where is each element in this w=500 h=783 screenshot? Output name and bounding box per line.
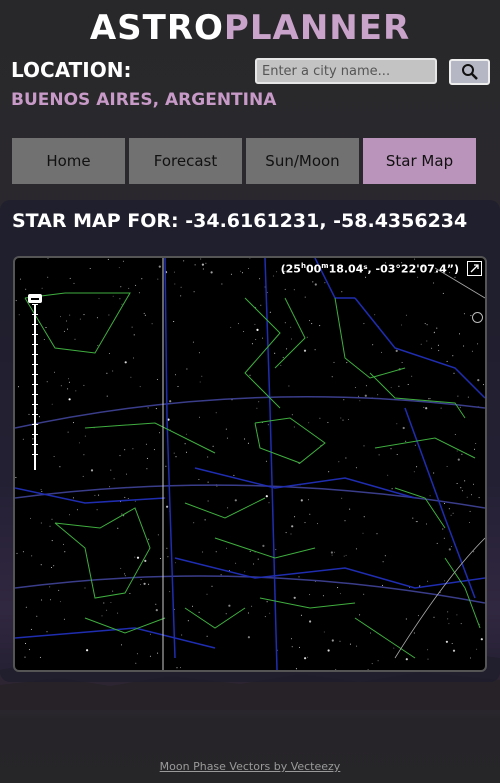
constellation-boundaries (15, 258, 485, 670)
tab-star-map[interactable]: Star Map (363, 138, 476, 184)
compass-icon[interactable] (472, 312, 483, 323)
location-label: LOCATION: (11, 58, 132, 82)
ecliptic-line (394, 537, 485, 659)
zoom-slider[interactable] (32, 304, 38, 470)
zoom-out-button[interactable] (28, 294, 42, 303)
coordinate-readout: (25h00m18.04ˢ, -03°22'07.4”) (280, 262, 459, 276)
tab-sun-moon[interactable]: Sun/Moon (246, 138, 359, 184)
tab-home[interactable]: Home (12, 138, 125, 184)
star-map-title: STAR MAP FOR: -34.6161231, -58.4356234 (12, 210, 468, 232)
sky-canvas (15, 258, 485, 670)
app-title-part1: ASTRO (89, 8, 224, 48)
footer-credit-link[interactable]: Moon Phase Vectors by Vecteezy (0, 760, 500, 773)
search-button[interactable] (449, 59, 490, 85)
stars-layer (15, 258, 484, 670)
star-map-viewer[interactable]: (25h00m18.04ˢ, -03°22'07.4”) (13, 256, 487, 672)
fullscreen-icon[interactable] (467, 261, 482, 276)
nav-tabs: Home Forecast Sun/Moon Star Map (12, 138, 476, 184)
app-title: ASTROPLANNER (0, 8, 500, 48)
constellation-lines (24, 292, 481, 659)
app-title-part2: PLANNER (223, 8, 411, 48)
search-icon (461, 64, 478, 80)
location-value: BUENOS AIRES, ARGENTINA (11, 90, 277, 110)
tab-forecast[interactable]: Forecast (129, 138, 242, 184)
city-search-input[interactable] (255, 58, 437, 84)
